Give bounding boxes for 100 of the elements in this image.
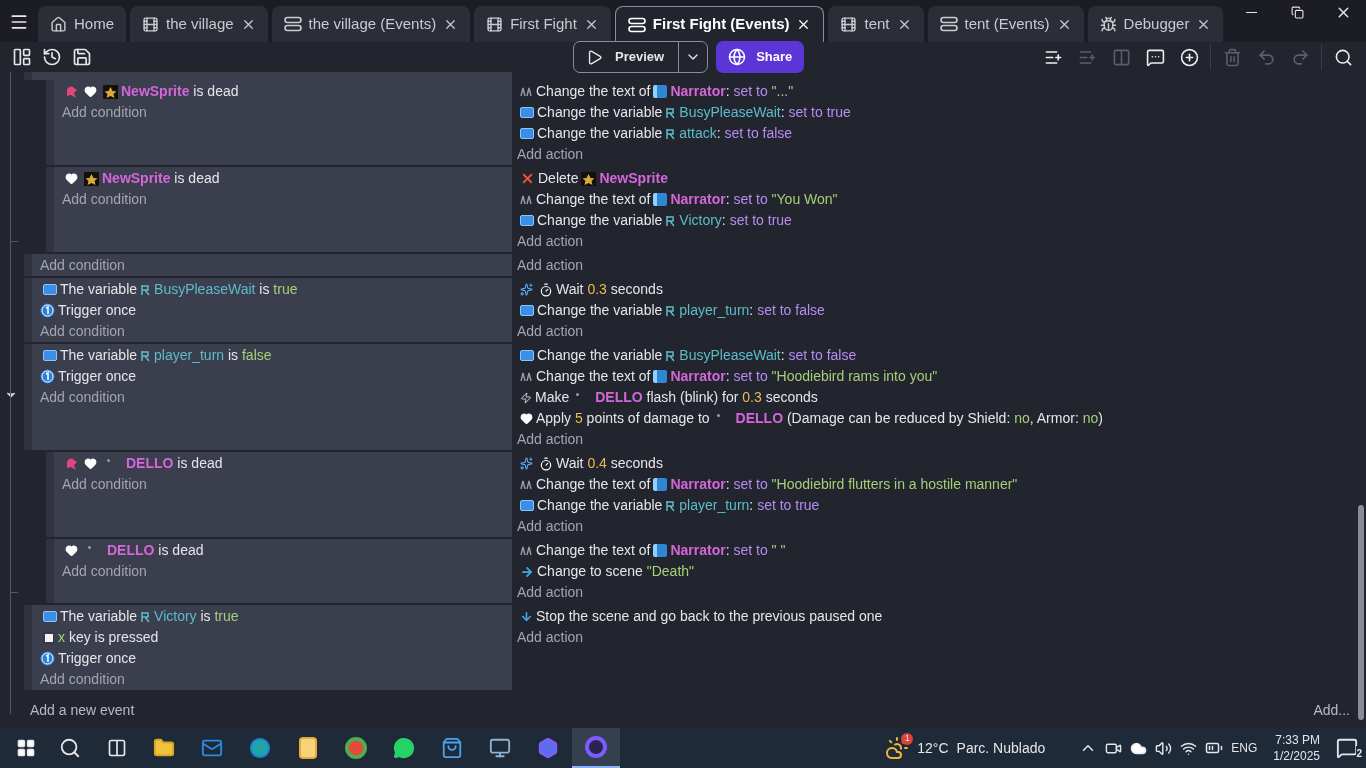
action-text: BusyPleaseWait: set to true (679, 103, 851, 122)
tab[interactable]: Debugger (1087, 6, 1224, 42)
tab[interactable]: tent (Events) (927, 6, 1084, 42)
text-glyph-icon (520, 545, 533, 556)
add-action-link[interactable]: Add action (517, 429, 584, 450)
add-event-link[interactable]: Add a new event (30, 700, 135, 721)
speaker-icon[interactable] (1155, 739, 1173, 757)
add-condition-link[interactable]: Add condition (40, 387, 125, 408)
action-text: Change the variable (537, 301, 663, 320)
action-text: Stop the scene and go back to the previous paused one (536, 607, 883, 626)
variable-icon (520, 128, 534, 139)
health-icon (65, 456, 78, 471)
document-icon[interactable] (299, 737, 317, 759)
condition-text: Trigger once (58, 367, 137, 386)
action-text: Change the variable (537, 211, 663, 230)
heart-icon (65, 544, 78, 557)
tab[interactable]: the village (130, 6, 268, 42)
search-icon[interactable] (59, 737, 81, 759)
action-text: Apply 5 points of damage to (536, 409, 710, 428)
action-text: Change the variable (537, 124, 663, 143)
action-text: player_turn: set to false (679, 301, 825, 320)
hexagon-icon[interactable] (537, 737, 559, 759)
action-text: Change to scene "Death" (537, 562, 695, 581)
variable-reference-icon (665, 499, 677, 512)
chat-icon[interactable] (393, 737, 415, 759)
trigger-once-icon (40, 369, 55, 384)
browser-icon[interactable] (345, 737, 367, 759)
app-logo-icon[interactable] (585, 736, 607, 758)
scrollbar-thumb[interactable] (1358, 505, 1364, 720)
action-text: Change the text of (536, 475, 651, 494)
browser-icon[interactable] (249, 737, 271, 759)
heart-icon (84, 85, 97, 98)
add-condition-link[interactable]: Add condition (62, 561, 147, 582)
trigger-once-icon (40, 651, 55, 666)
action-text: NewSprite (599, 169, 668, 188)
add-action-link[interactable]: Add action (517, 516, 584, 537)
history-icon[interactable] (42, 47, 62, 67)
action-text: Narrator: set to "Hoodiebird rams into you" (670, 367, 938, 386)
variable-icon (520, 500, 534, 511)
layout-icon[interactable] (12, 47, 32, 67)
action-text: Narrator: set to "..." (670, 82, 794, 101)
film-icon (142, 15, 159, 33)
save-icon[interactable] (72, 47, 92, 67)
health-icon (65, 84, 78, 99)
monitor-icon[interactable] (489, 737, 511, 759)
share-button[interactable]: Share (716, 41, 805, 73)
store-icon[interactable] (441, 737, 463, 759)
tab[interactable]: the village (Events) (271, 6, 471, 42)
language-text[interactable]: ENG (1231, 739, 1258, 757)
tab[interactable]: tent (828, 6, 924, 42)
timer-icon (539, 456, 553, 471)
variable-reference-icon (140, 610, 152, 623)
start-icon[interactable] (16, 738, 36, 758)
heart-icon (65, 172, 78, 185)
add-condition-link[interactable]: Add condition (62, 474, 147, 495)
add-action-link[interactable]: Add action (517, 627, 584, 648)
action-text: Change the text of (536, 367, 651, 386)
toolbar-icon (1145, 47, 1165, 67)
tab[interactable]: First Fight (474, 6, 611, 42)
film-icon (486, 15, 504, 33)
mail-icon[interactable] (201, 737, 223, 759)
add-condition-link[interactable]: Add condition (40, 321, 125, 342)
sparkle-icon (520, 283, 533, 296)
add-action-link[interactable]: Add action (517, 144, 584, 165)
condition-text: Trigger once (58, 649, 137, 668)
add-condition-link[interactable]: Add condition (62, 102, 147, 123)
toolbar-icon (1333, 47, 1353, 67)
action-text: Make (535, 388, 570, 407)
task-view-icon[interactable] (107, 738, 127, 758)
variable-reference-icon (665, 304, 677, 317)
tab[interactable]: Home (38, 6, 126, 42)
action-text: Wait 0.4 seconds (556, 454, 663, 473)
add-menu-link[interactable]: Add... (1313, 700, 1350, 721)
variable-reference-icon (665, 106, 677, 119)
condition-text: BusyPleaseWait is true (154, 280, 298, 299)
sparkle-icon (520, 457, 533, 470)
condition-text: Trigger once (58, 301, 137, 320)
add-action-link[interactable]: Add action (517, 255, 584, 276)
add-action-link[interactable]: Add action (517, 321, 584, 342)
action-text: Victory: set to true (679, 211, 792, 230)
condition-text: DELLO is dead (107, 541, 204, 560)
sprite-thumbnail-icon (581, 171, 597, 186)
sprite-thumbnail-icon (84, 171, 99, 186)
add-condition-link[interactable]: Add condition (40, 255, 125, 276)
tab[interactable]: First Fight (Events) (614, 6, 825, 42)
variable-icon (520, 107, 534, 118)
clock[interactable]: 7:33 PM 1/2/2025 (1265, 732, 1328, 764)
film-icon (840, 15, 858, 33)
folder-icon[interactable] (153, 737, 175, 759)
notifications-icon[interactable] (1336, 737, 1358, 759)
add-action-link[interactable]: Add action (517, 582, 584, 603)
variable-icon (520, 215, 534, 226)
variable-icon (43, 284, 57, 295)
toolbar-icon (1179, 47, 1199, 67)
action-text: Change the variable (537, 103, 663, 122)
add-action-link[interactable]: Add action (517, 231, 584, 252)
add-condition-link[interactable]: Add condition (62, 189, 147, 210)
action-text: Change the text of (536, 190, 651, 209)
variable-reference-icon (665, 349, 677, 362)
add-condition-link[interactable]: Add condition (40, 669, 125, 690)
